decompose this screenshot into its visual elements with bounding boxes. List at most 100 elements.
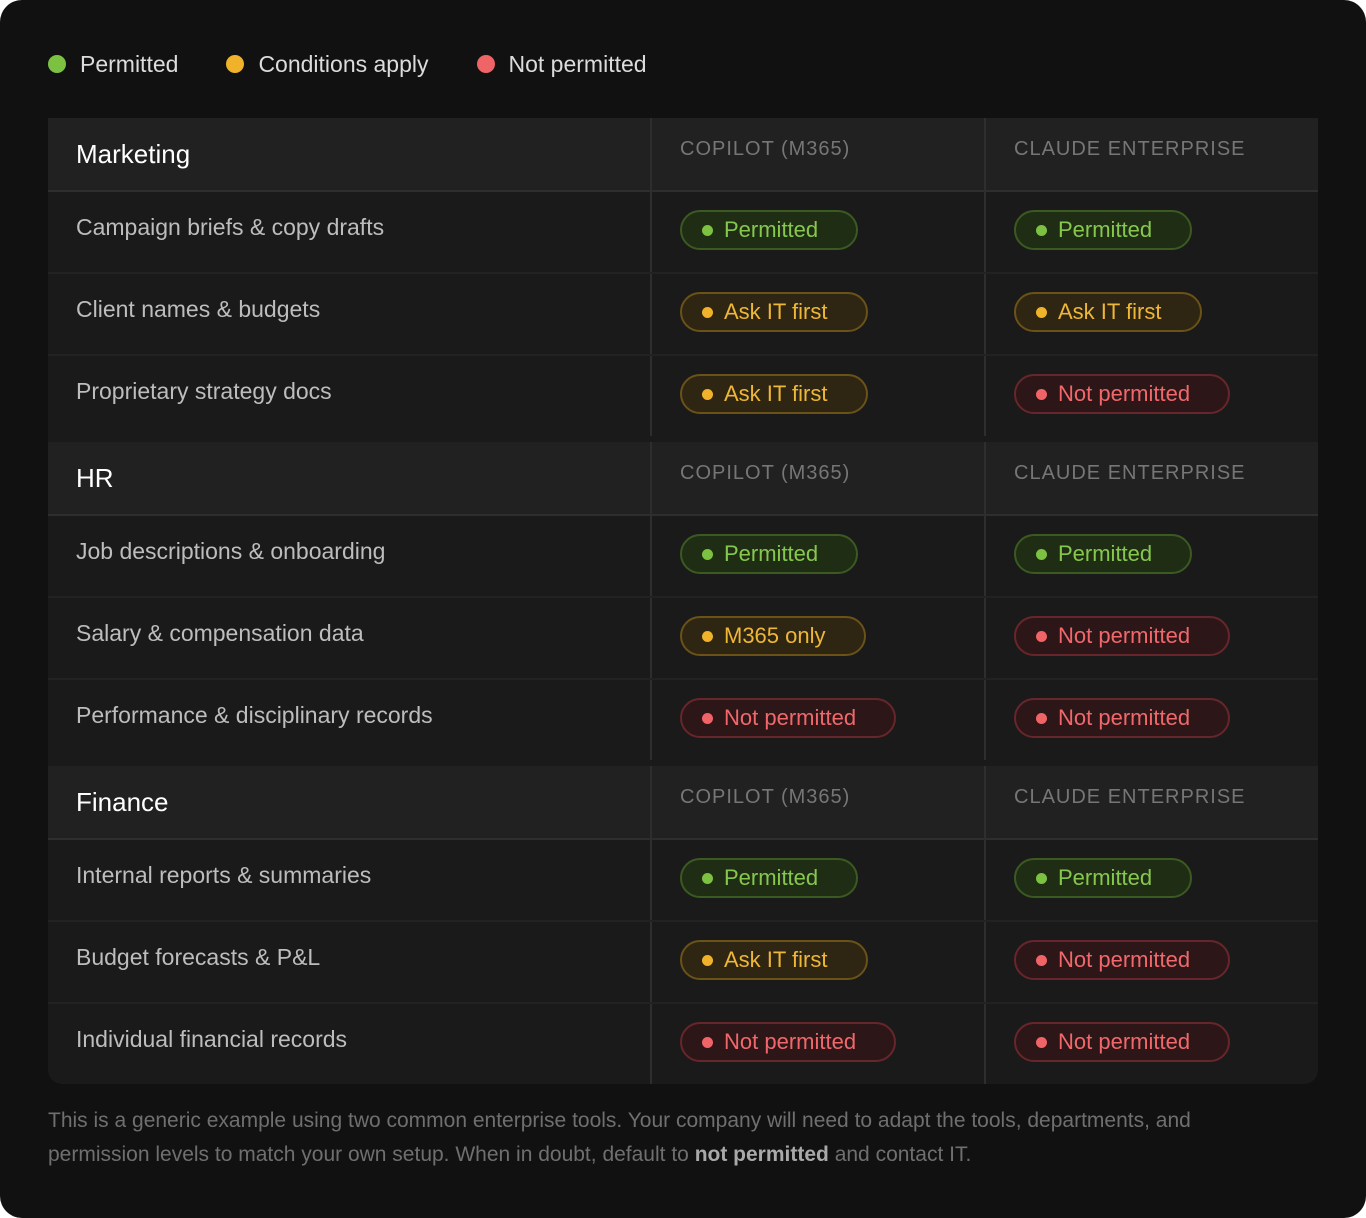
permissions-table: Marketing COPILOT (M365) CLAUDE ENTERPRISE… — [48, 118, 1318, 1084]
column-header-tool-b: CLAUDE ENTERPRISE — [1014, 786, 1246, 808]
tool-b-header-cell: CLAUDE ENTERPRISE — [984, 766, 1318, 838]
row-label-cell: Individual financial records — [48, 1004, 650, 1084]
row-label-cell: Salary & compensation data — [48, 598, 650, 678]
status-dot-icon — [702, 388, 713, 400]
status-cell: Permitted — [984, 516, 1318, 596]
permissions-card: Permitted Conditions apply Not permitted… — [0, 0, 1366, 1218]
column-header-tool-a: COPILOT (M365) — [680, 138, 851, 160]
column-header-tool-b: CLAUDE ENTERPRISE — [1014, 138, 1246, 160]
status-badge-label: Not permitted — [724, 705, 857, 730]
department-cell: Finance — [48, 766, 650, 838]
footnote-emphasis: not permitted — [694, 1143, 829, 1166]
status-cell: Not permitted — [650, 1004, 984, 1084]
status-dot-icon — [702, 872, 713, 884]
status-dot-icon — [702, 548, 713, 560]
status-badge: Permitted — [1014, 210, 1193, 250]
status-cell: Permitted — [984, 840, 1318, 920]
status-dot-icon — [1036, 954, 1047, 966]
department-title: Finance — [76, 787, 169, 817]
status-cell: Permitted — [984, 192, 1318, 272]
status-dot-icon — [1036, 388, 1047, 400]
status-dot-icon — [1036, 224, 1047, 236]
tool-b-header-cell: CLAUDE ENTERPRISE — [984, 118, 1318, 190]
status-badge: Permitted — [680, 210, 859, 250]
row-label: Budget forecasts & P&L — [76, 944, 321, 970]
department-cell: Marketing — [48, 118, 650, 190]
red-dot-icon — [476, 55, 495, 73]
table-row: Budget forecasts & P&L Ask IT first Not pe… — [48, 922, 1318, 1004]
tool-a-header-cell: COPILOT (M365) — [650, 118, 984, 190]
status-cell: Ask IT first — [650, 356, 984, 436]
legend-label: Not permitted — [508, 50, 647, 77]
row-label-cell: Job descriptions & onboarding — [48, 516, 650, 596]
status-dot-icon — [702, 224, 713, 236]
column-header-tool-a: COPILOT (M365) — [680, 462, 851, 484]
status-badge-label: Ask IT first — [724, 947, 828, 972]
status-badge: Ask IT first — [1014, 292, 1202, 332]
table-row: Salary & compensation data M365 only Not p… — [48, 598, 1318, 680]
status-cell: Not permitted — [984, 1004, 1318, 1084]
table-row: Performance & disciplinary records Not pe… — [48, 680, 1318, 760]
status-cell: Not permitted — [984, 922, 1318, 1002]
legend: Permitted Conditions apply Not permitted — [48, 48, 695, 80]
status-dot-icon — [702, 954, 713, 966]
status-badge-label: Permitted — [724, 541, 819, 566]
status-cell: Permitted — [650, 840, 984, 920]
status-dot-icon — [1036, 630, 1047, 642]
row-label: Client names & budgets — [76, 296, 321, 322]
row-label: Proprietary strategy docs — [76, 378, 332, 404]
status-badge-label: Permitted — [1058, 541, 1153, 566]
status-badge: Permitted — [1014, 534, 1193, 574]
status-cell: Ask IT first — [984, 274, 1318, 354]
status-badge-label: Ask IT first — [724, 381, 828, 406]
tool-a-header-cell: COPILOT (M365) — [650, 766, 984, 838]
status-badge: Not permitted — [1014, 374, 1231, 414]
row-label: Performance & disciplinary records — [76, 702, 433, 728]
status-badge-label: Permitted — [724, 865, 819, 890]
status-badge-label: Permitted — [1058, 865, 1153, 890]
status-badge-label: Not permitted — [1058, 1029, 1191, 1054]
tool-b-header-cell: CLAUDE ENTERPRISE — [984, 442, 1318, 514]
legend-label: Permitted — [80, 50, 179, 77]
status-badge-label: Permitted — [724, 217, 819, 242]
tool-a-header-cell: COPILOT (M365) — [650, 442, 984, 514]
status-dot-icon — [1036, 1036, 1047, 1048]
legend-item-not-permitted: Not permitted — [476, 50, 647, 78]
section-header-marketing: Marketing COPILOT (M365) CLAUDE ENTERPRISE — [48, 118, 1318, 192]
row-label-cell: Internal reports & summaries — [48, 840, 650, 920]
status-dot-icon — [702, 630, 713, 642]
status-cell: Ask IT first — [650, 922, 984, 1002]
table-row: Individual financial records Not permitte… — [48, 1004, 1318, 1084]
column-header-tool-a: COPILOT (M365) — [680, 786, 851, 808]
amber-dot-icon — [226, 55, 245, 73]
table-row: Client names & budgets Ask IT first Ask IT… — [48, 274, 1318, 356]
status-badge: Permitted — [1014, 858, 1193, 898]
footnote-text-end: and contact IT. — [828, 1143, 972, 1166]
status-badge: Ask IT first — [680, 940, 868, 980]
table-row: Proprietary strategy docs Ask IT first Not… — [48, 356, 1318, 436]
row-label-cell: Client names & budgets — [48, 274, 650, 354]
row-label: Internal reports & summaries — [76, 862, 372, 888]
status-dot-icon — [702, 1036, 713, 1048]
status-badge-label: Permitted — [1058, 217, 1153, 242]
column-header-tool-b: CLAUDE ENTERPRISE — [1014, 462, 1246, 484]
status-badge: Not permitted — [1014, 698, 1231, 738]
status-badge: Permitted — [680, 534, 859, 574]
green-dot-icon — [48, 55, 66, 73]
status-cell: Not permitted — [984, 680, 1318, 760]
status-cell: Not permitted — [650, 680, 984, 760]
department-cell: HR — [48, 442, 650, 514]
legend-item-conditions: Conditions apply — [226, 51, 429, 78]
footnote: This is a generic example using two comm… — [48, 1104, 1288, 1172]
section-header-finance: Finance COPILOT (M365) CLAUDE ENTERPRISE — [48, 766, 1318, 840]
table-row: Job descriptions & onboarding Permitted Pe… — [48, 516, 1318, 598]
status-badge-label: Not permitted — [1058, 623, 1191, 648]
status-badge-label: Not permitted — [1058, 947, 1191, 972]
status-cell: Ask IT first — [650, 274, 984, 354]
status-dot-icon — [1036, 548, 1047, 560]
status-dot-icon — [1036, 712, 1047, 724]
department-title: Marketing — [76, 139, 191, 169]
row-label-cell: Budget forecasts & P&L — [48, 922, 650, 1002]
legend-item-permitted: Permitted — [48, 51, 178, 78]
row-label: Salary & compensation data — [76, 620, 364, 646]
